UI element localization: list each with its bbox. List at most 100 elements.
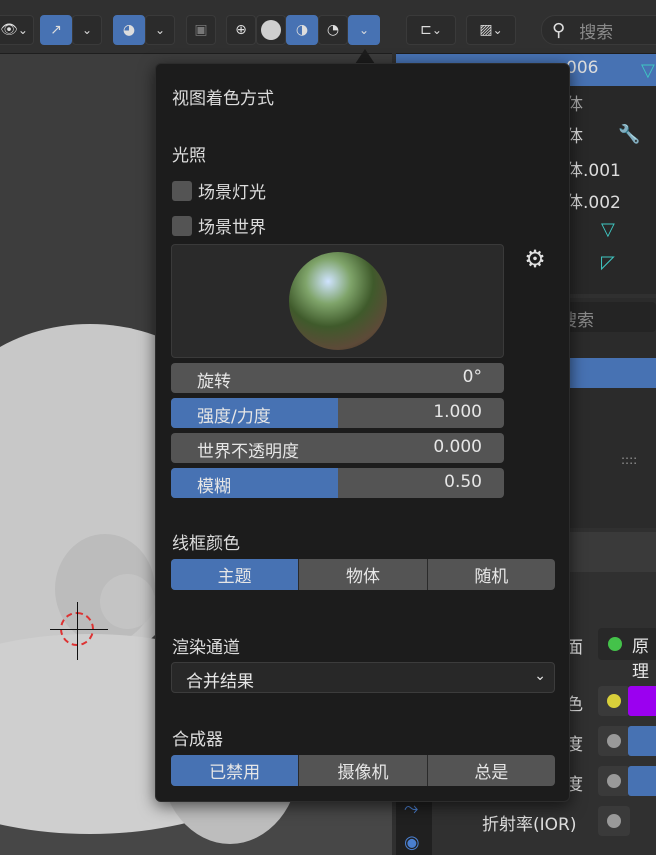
rotation-value: 0° [462,367,482,387]
ior-label: 折射率(IOR) [482,815,577,835]
shading-options-dropdown[interactable]: ⌄ [348,15,380,45]
socket-dot [607,734,621,748]
rendered-sphere-icon: ◔ [326,22,340,38]
scene-world-label: 场景世界 [198,218,266,238]
render-pass-dropdown[interactable]: 合并结果 ⌄ [171,662,555,693]
outliner-tree-icon: ⊏ [420,22,432,38]
lighting-label: 光照 [172,146,206,166]
scene-lights-label: 场景灯光 [198,183,266,203]
strength-label: 强度/力度 [197,407,271,427]
outliner-search-field[interactable]: ⚲ 搜索 [541,15,656,45]
xray-toggle[interactable]: ▣ [186,15,216,45]
visibility-toggle[interactable]: 👁 ⌄ [0,15,34,45]
wireframe-theme-option[interactable]: 主题 [171,559,300,590]
material-slot-selected[interactable] [566,358,656,388]
property-socket[interactable] [598,766,630,796]
blur-slider[interactable]: 模糊 0.50 [171,468,504,498]
surface-value: 原理 [632,637,649,682]
overlays-dropdown[interactable]: ⌄ [145,15,175,45]
chevron-down-icon: ⌄ [358,23,370,37]
value-swatch[interactable] [628,766,656,796]
color-socket-dot [607,694,621,708]
popover-arrow [355,49,375,64]
chevron-down-icon: ⌄ [492,23,503,37]
gizmo-toggle[interactable]: ↗ [40,15,72,45]
surface-socket-dot [608,637,622,651]
compositor-label: 合成器 [172,730,223,750]
blur-label: 模糊 [197,477,231,497]
material-sphere-icon: ◑ [295,22,309,38]
base-color-swatch[interactable] [628,686,656,716]
slider-fill [171,468,338,498]
strength-slider[interactable]: 强度/力度 1.000 [171,398,504,428]
wireframe-random-option[interactable]: 随机 [428,559,555,590]
render-pass-value: 合并结果 [186,672,254,692]
world-opacity-label: 世界不透明度 [197,442,299,462]
wireframe-object-option[interactable]: 物体 [299,559,428,590]
wrench-icon: 🔧 [618,124,641,145]
render-pass-label: 渲染通道 [172,638,240,658]
filter-dropdown[interactable]: ▨ ⌄ [466,15,516,45]
gear-icon[interactable]: ⚙ [522,246,548,272]
display-mode-dropdown[interactable]: ⊏ ⌄ [406,15,456,45]
shading-solid-button[interactable] [256,15,286,45]
properties-header-strip [566,532,656,572]
model-shape [100,574,155,629]
viewport-shading-popover: 视图着色方式 光照 场景灯光 场景世界 ⚙ 旋转 0° 强度/力度 1.000 … [155,63,570,802]
3d-cursor[interactable] [50,602,108,660]
outliner-header: ⊏ ⌄ ▨ ⌄ ⚲ 搜索 [396,0,656,54]
outliner-row-label: 体.002 [566,193,621,213]
chevron-down-icon: ⌄ [81,23,93,37]
shading-material-button[interactable]: ◑ [286,15,318,45]
socket-dot [607,814,621,828]
gizmo-icon: ↗ [50,22,62,38]
world-opacity-slider[interactable]: 世界不透明度 0.000 [171,433,504,463]
socket-dot [607,774,621,788]
wireframe-sphere-icon: ⊕ [235,22,247,38]
ior-socket[interactable] [598,806,630,836]
viewport-header: 👁 ⌄ ↗ ⌄ ◕ ⌄ ▣ ⊕ ◑ ◔ ⌄ [0,0,392,54]
outliner-search-placeholder: 搜索 [579,22,614,43]
rotation-slider[interactable]: 旋转 0° [171,363,504,393]
wireframe-color-label: 线框颜色 [172,534,240,554]
chevron-down-icon: ⌄ [431,23,442,37]
checkbox-box[interactable] [172,215,192,236]
compositor-always-option[interactable]: 总是 [428,755,555,786]
scene-lights-checkbox[interactable]: 场景灯光 [172,178,266,203]
popover-title: 视图着色方式 [172,89,274,109]
mesh-data-icon: ▽ [601,219,615,240]
compositor-camera-option[interactable]: 摄像机 [299,755,428,786]
wireframe-color-selector: 主题 物体 随机 [171,559,555,590]
world-opacity-value: 0.000 [433,437,482,457]
compositor-selector: 已禁用 摄像机 总是 [171,755,555,786]
blur-value: 0.50 [444,472,482,492]
outliner-row-label: 006 [566,58,599,78]
eye-icon: 👁 [0,22,18,38]
overlays-toggle[interactable]: ◕ [113,15,145,45]
overlays-icon: ◕ [122,22,136,38]
solid-sphere-icon [261,20,281,40]
chevron-down-icon: ⌄ [534,668,546,684]
shading-rendered-button[interactable]: ◔ [318,15,348,45]
surface-field[interactable]: 原理 [598,628,656,682]
hdri-preview[interactable] [171,244,504,358]
value-swatch[interactable] [628,726,656,756]
chevron-down-icon: ⌄ [154,23,166,37]
image-icon: ▨ [479,22,493,38]
mesh-data-icon: ◸ [601,252,615,273]
resize-handle[interactable]: :::: [621,453,637,467]
rotation-label: 旋转 [197,372,231,392]
search-icon: ⚲ [552,19,566,41]
mesh-icon: ▽ [641,60,655,81]
xray-icon: ▣ [194,22,208,38]
shading-wireframe-button[interactable]: ⊕ [226,15,256,45]
property-socket[interactable] [598,726,630,756]
physics-tab-icon[interactable]: ◉ [404,832,420,853]
base-color-socket[interactable] [598,686,630,716]
checkbox-box[interactable] [172,180,192,201]
compositor-disabled-option[interactable]: 已禁用 [171,755,300,786]
outliner-row-label: 体.001 [566,161,621,181]
gizmo-dropdown[interactable]: ⌄ [72,15,102,45]
scene-world-checkbox[interactable]: 场景世界 [172,213,266,238]
chevron-down-icon: ⌄ [17,23,28,37]
